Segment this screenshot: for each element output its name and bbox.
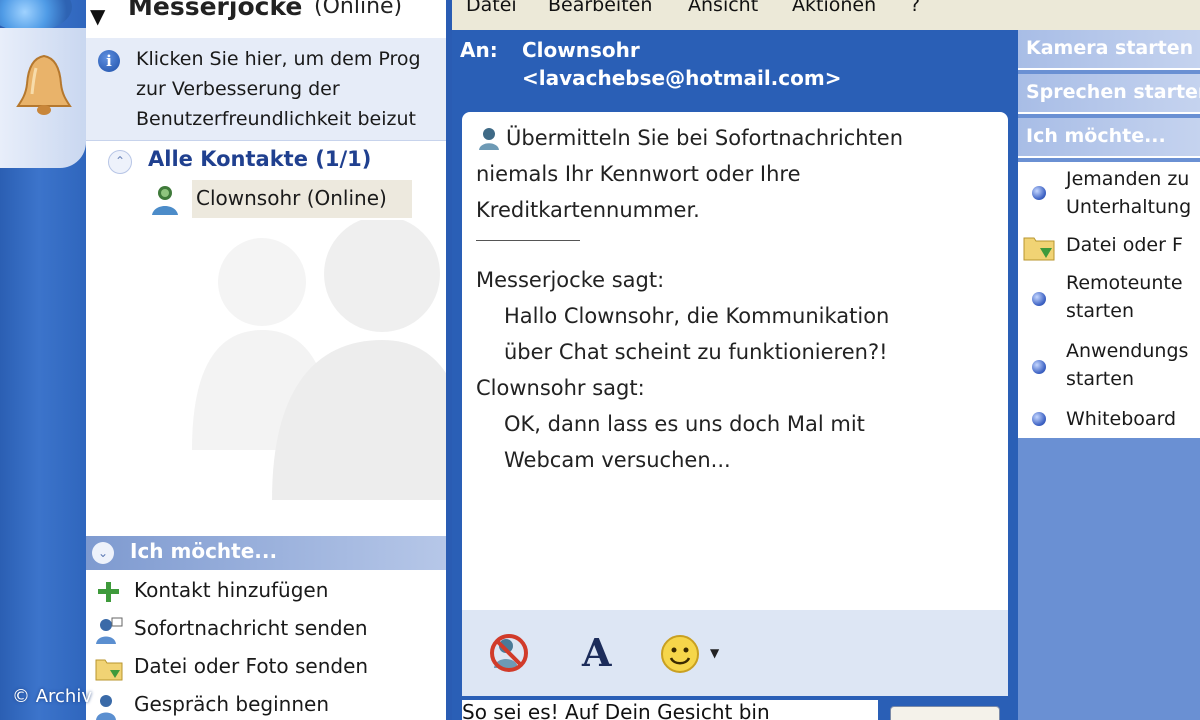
task-send-message[interactable]: Sofortnachricht senden xyxy=(86,612,446,648)
bullet-icon xyxy=(1032,360,1046,374)
formatting-toolbar: A ▼ xyxy=(462,610,1008,696)
warning-line: Kreditkartennummer. xyxy=(476,198,700,222)
sidebar-item-remote[interactable]: Remoteunte starten xyxy=(1018,268,1200,324)
sidebar-item-label: Remoteunte xyxy=(1066,272,1183,294)
sidebar-action-list: Jemanden zu Unterhaltung Datei oder F Re… xyxy=(1018,162,1200,438)
chat-history[interactable]: Übermitteln Sie bei Sofortnachrichten ni… xyxy=(462,112,1008,610)
message-text: Webcam versuchen... xyxy=(504,448,731,472)
emoticon-dropdown-icon[interactable]: ▼ xyxy=(710,646,719,660)
emoticon-icon[interactable] xyxy=(660,634,700,674)
sidebar-item-whiteboard[interactable]: Whiteboard xyxy=(1018,404,1200,434)
info-banner[interactable]: i Klicken Sie hier, um dem Prog zur Verb… xyxy=(86,38,446,141)
recipient-name[interactable]: Clownsohr xyxy=(522,38,640,62)
message-sender: Clownsohr sagt: xyxy=(476,376,645,400)
info-line: Benutzerfreundlichkeit beizut xyxy=(136,108,416,130)
buddy-icon xyxy=(152,186,178,215)
user-status[interactable]: (Online) xyxy=(314,0,402,19)
left-strip xyxy=(0,0,86,720)
folder-icon xyxy=(95,659,123,681)
warning-line: Übermitteln Sie bei Sofortnachrichten xyxy=(506,126,904,150)
menu-help[interactable]: ? xyxy=(910,0,920,16)
task-label: Sofortnachricht senden xyxy=(134,616,368,640)
contacts-window: ▼ Messerjocke (Online) i Klicken Sie hie… xyxy=(86,0,446,720)
sidebar-item-label: starten xyxy=(1066,368,1134,390)
contact-item-clownsohr[interactable]: Clownsohr (Online) xyxy=(152,180,412,218)
contacts-header: ▼ Messerjocke (Online) xyxy=(86,0,446,30)
i-want-to-label: Ich möchte... xyxy=(130,539,278,563)
sidebar-item-label: Datei oder F xyxy=(1066,234,1183,256)
menu-aktionen[interactable]: Aktionen xyxy=(792,0,876,16)
message-text: Hallo Clownsohr, die Kommunikation xyxy=(504,304,890,328)
conversation-window: Datei Bearbeiten Ansicht Aktionen ? An: … xyxy=(452,0,1018,720)
bullet-icon xyxy=(1032,186,1046,200)
message-input[interactable]: So sei es! Auf Dein Gesicht bin xyxy=(462,700,878,720)
task-label: Kontakt hinzufügen xyxy=(134,578,329,602)
sidebar-item-application[interactable]: Anwendungs starten xyxy=(1018,336,1200,392)
bullet-icon xyxy=(1032,292,1046,306)
message-input-text: So sei es! Auf Dein Gesicht bin xyxy=(462,700,770,720)
info-icon: i xyxy=(98,50,120,72)
start-talking-button[interactable]: Sprechen starten xyxy=(1018,74,1200,114)
font-icon[interactable]: A xyxy=(582,630,611,675)
group-label: Alle Kontakte (1/1) xyxy=(148,147,372,171)
status-dropdown-icon[interactable]: ▼ xyxy=(90,4,105,28)
sidebar-item-label: Anwendungs xyxy=(1066,340,1189,362)
info-line: zur Verbesserung der xyxy=(136,78,340,100)
user-display-name[interactable]: Messerjocke xyxy=(128,0,302,21)
i-want-to-button[interactable]: Ich möchte... xyxy=(1018,118,1200,158)
menu-bar: Datei Bearbeiten Ansicht Aktionen ? xyxy=(452,0,1018,30)
task-start-talk[interactable]: Gespräch beginnen xyxy=(86,688,446,720)
sidebar-item-send-file[interactable]: Datei oder F xyxy=(1018,230,1200,264)
menu-ansicht[interactable]: Ansicht xyxy=(688,0,758,16)
messenger-buddies-watermark xyxy=(192,220,446,500)
sidebar-item-label: Jemanden zu xyxy=(1066,168,1190,190)
menu-datei[interactable]: Datei xyxy=(466,0,517,16)
talk-icon xyxy=(96,695,116,720)
expand-chevron-icon[interactable]: ⌄ xyxy=(92,542,114,564)
sidebar-item-label: Unterhaltung xyxy=(1066,196,1192,218)
menu-bearbeiten[interactable]: Bearbeiten xyxy=(548,0,652,16)
message-text: über Chat scheint zu funktionieren?! xyxy=(504,340,888,364)
bell-icon[interactable] xyxy=(14,50,74,122)
sidebar-item-label: starten xyxy=(1066,300,1134,322)
task-send-file[interactable]: Datei oder Foto senden xyxy=(86,650,446,686)
bullet-icon xyxy=(1032,412,1046,426)
start-camera-button[interactable]: Kamera starten xyxy=(1018,30,1200,70)
task-label: Datei oder Foto senden xyxy=(134,654,369,678)
info-line: Klicken Sie hier, um dem Prog xyxy=(136,48,421,70)
collapse-chevron-icon[interactable]: ⌃ xyxy=(108,150,132,174)
i-want-to-header[interactable]: ⌄ Ich möchte... xyxy=(86,536,446,570)
sidebar-item-invite[interactable]: Jemanden zu Unterhaltung xyxy=(1018,166,1200,222)
sidebar-item-label: Whiteboard xyxy=(1066,408,1177,430)
send-button[interactable] xyxy=(890,706,1000,720)
actions-sidebar: Kamera starten Sprechen starten Ich möch… xyxy=(1018,0,1200,720)
block-icon[interactable] xyxy=(488,632,530,674)
task-label: Gespräch beginnen xyxy=(134,692,330,716)
folder-icon xyxy=(1023,237,1055,261)
warning-line: niemals Ihr Kennwort oder Ihre xyxy=(476,162,801,186)
menu-bar-extension xyxy=(1018,0,1200,30)
recipient-email[interactable]: <lavachebse@hotmail.com> xyxy=(522,66,841,90)
copyright-watermark: © Archiv xyxy=(12,686,92,707)
contact-group-header[interactable]: ⌃ Alle Kontakte (1/1) xyxy=(86,144,446,178)
to-label: An: xyxy=(460,38,498,62)
security-warning-icon xyxy=(479,128,499,150)
task-add-contact[interactable]: Kontakt hinzufügen xyxy=(86,574,446,610)
message-text: OK, dann lass es uns doch Mal mit xyxy=(504,412,865,436)
plus-icon xyxy=(98,582,119,602)
contact-label: Clownsohr (Online) xyxy=(196,186,387,210)
message-icon xyxy=(96,617,123,644)
message-sender: Messerjocke sagt: xyxy=(476,268,665,292)
chat-separator xyxy=(476,240,580,241)
